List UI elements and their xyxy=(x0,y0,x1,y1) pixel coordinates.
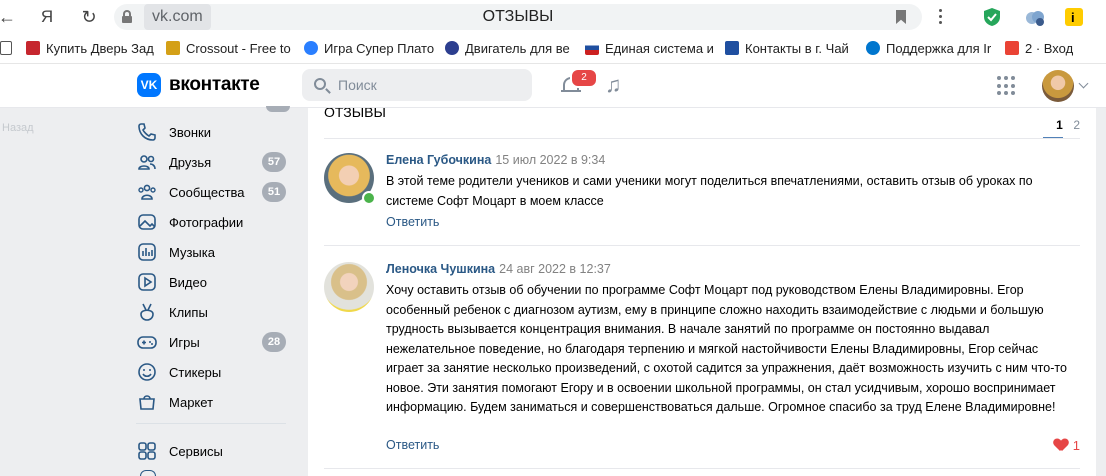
topic-panel: ОТЗЫВЫ 1 2 Елена Губочкина 15 июл 2022 в … xyxy=(308,108,1096,476)
chevron-down-icon[interactable] xyxy=(1078,78,1089,89)
count-badge: 57 xyxy=(262,152,286,172)
video-icon xyxy=(136,271,158,293)
yandex-extension-icon[interactable]: i xyxy=(1064,7,1084,27)
mail-icon xyxy=(1005,41,1019,55)
bookmark-item[interactable]: Игра Супер Плато xyxy=(304,40,434,58)
weather-extension-icon[interactable] xyxy=(1024,7,1044,27)
post-date[interactable]: 15 июл 2022 в 9:34 xyxy=(495,153,605,167)
post-date[interactable]: 24 авг 2022 в 12:37 xyxy=(499,262,611,276)
market-icon xyxy=(136,391,158,413)
post-text: В этой теме родители учеников и сами уче… xyxy=(386,174,1033,208)
page-2[interactable]: 2 xyxy=(1073,118,1080,132)
friends-icon xyxy=(136,151,158,173)
reply-link[interactable]: Ответить xyxy=(386,438,439,452)
svg-text:i: i xyxy=(1071,10,1075,25)
bookmark-item[interactable]: Crossout - Free to xyxy=(166,40,291,58)
divider xyxy=(324,468,1080,469)
sidebar-item-market[interactable]: Маркет xyxy=(136,389,294,415)
contacts-icon xyxy=(725,41,739,55)
vk-header: VK вконтакте 2 ♫ xyxy=(0,64,1106,108)
bookmark-item[interactable]: 2 · Вход xyxy=(1005,40,1073,58)
notification-badge: 2 xyxy=(570,68,598,88)
sidebar-item-photos[interactable]: Фотографии xyxy=(136,209,294,235)
sidebar-item-clips[interactable]: Клипы xyxy=(136,299,294,325)
like-button[interactable]: 1 xyxy=(1054,438,1080,453)
back-link[interactable]: Назад xyxy=(2,122,34,134)
author-name[interactable]: Леночка Чушкина 24 авг 2022 в 12:37 xyxy=(386,262,611,276)
count-badge-partial xyxy=(266,106,290,112)
dell-icon xyxy=(866,41,880,55)
page-1[interactable]: 1 xyxy=(1056,118,1063,132)
search-input[interactable] xyxy=(338,69,518,101)
bookmark-icon[interactable] xyxy=(896,10,906,24)
bookmark-item[interactable]: Единая система и xyxy=(585,40,714,58)
sidebar-item-video[interactable]: Видео xyxy=(136,269,294,295)
vk-brand-name[interactable]: вконтакте xyxy=(169,73,260,97)
yandex-icon[interactable]: Я xyxy=(36,6,58,28)
services-icon xyxy=(136,440,158,462)
count-badge: 28 xyxy=(262,332,286,352)
sidebar-item-friends[interactable]: Друзья 57 xyxy=(136,149,294,175)
games-icon xyxy=(136,331,158,353)
heart-icon xyxy=(1054,439,1068,452)
sidebar-item-games[interactable]: Игры 28 xyxy=(136,329,294,355)
sidebar-divider xyxy=(136,423,286,424)
music-note-icon[interactable]: ♫ xyxy=(605,73,622,97)
more-menu-icon[interactable] xyxy=(932,6,948,28)
clips-icon xyxy=(136,301,158,323)
page-title: ОТЗЫВЫ xyxy=(482,8,554,25)
communities-icon xyxy=(136,181,158,203)
reply-link[interactable]: Ответить xyxy=(386,215,439,229)
back-arrow-icon[interactable]: ← xyxy=(0,6,18,28)
search-icon xyxy=(314,78,326,90)
engine-icon xyxy=(445,41,459,55)
author-name[interactable]: Елена Губочкина 15 июл 2022 в 9:34 xyxy=(386,153,605,167)
sidebar-item-services[interactable]: Сервисы xyxy=(136,438,294,464)
bookmark-item[interactable]: Купить Дверь Зад xyxy=(26,40,154,58)
divider xyxy=(324,245,1080,246)
photos-icon xyxy=(136,211,158,233)
phone-icon xyxy=(136,121,158,143)
bookmark-page-icon[interactable] xyxy=(0,40,18,58)
like-count: 1 xyxy=(1072,438,1080,453)
bookmark-item[interactable]: Контакты в г. Чай xyxy=(725,40,849,58)
address-bar[interactable]: vk.com ОТЗЫВЫ xyxy=(114,4,922,30)
topic-title: ОТЗЫВЫ xyxy=(324,108,386,120)
divider xyxy=(324,138,1080,139)
game-icon xyxy=(304,41,318,55)
browser-toolbar: ← Я ↻ vk.com ОТЗЫВЫ i xyxy=(0,0,1106,34)
search-box[interactable] xyxy=(302,69,532,101)
bookmark-item[interactable]: Поддержка для Ir xyxy=(866,40,991,58)
stickers-icon xyxy=(136,361,158,383)
shield-extension-icon[interactable] xyxy=(982,7,1002,27)
bookmark-item[interactable]: Двигатель для ве xyxy=(445,40,570,58)
lock-icon xyxy=(122,10,132,23)
russia-flag-icon xyxy=(585,41,599,55)
sidebar-item-stickers[interactable]: Стикеры xyxy=(136,359,294,385)
sidebar-item-calls[interactable]: Звонки xyxy=(136,119,294,145)
count-badge: 51 xyxy=(262,182,286,202)
bookmarks-bar: Купить Дверь Зад Crossout - Free to Игра… xyxy=(0,34,1106,64)
reload-icon[interactable]: ↻ xyxy=(78,6,100,28)
avatar[interactable] xyxy=(1042,70,1074,102)
door-shop-icon xyxy=(26,41,40,55)
url-domain[interactable]: vk.com xyxy=(144,4,211,30)
music-icon xyxy=(136,241,158,263)
vk-logo-icon[interactable]: VK xyxy=(137,73,161,97)
online-indicator xyxy=(362,191,376,205)
crossout-icon xyxy=(166,41,180,55)
sidebar-item-partial[interactable] xyxy=(140,470,156,476)
sidebar-item-communities[interactable]: Сообщества 51 xyxy=(136,179,294,205)
author-avatar[interactable] xyxy=(324,262,374,312)
apps-grid-icon[interactable] xyxy=(997,76,1017,96)
pagination: 1 2 xyxy=(1050,116,1080,134)
post-text: Хочу оставить отзыв об обучении по прогр… xyxy=(386,283,1067,414)
sidebar-item-music[interactable]: Музыка xyxy=(136,239,294,265)
